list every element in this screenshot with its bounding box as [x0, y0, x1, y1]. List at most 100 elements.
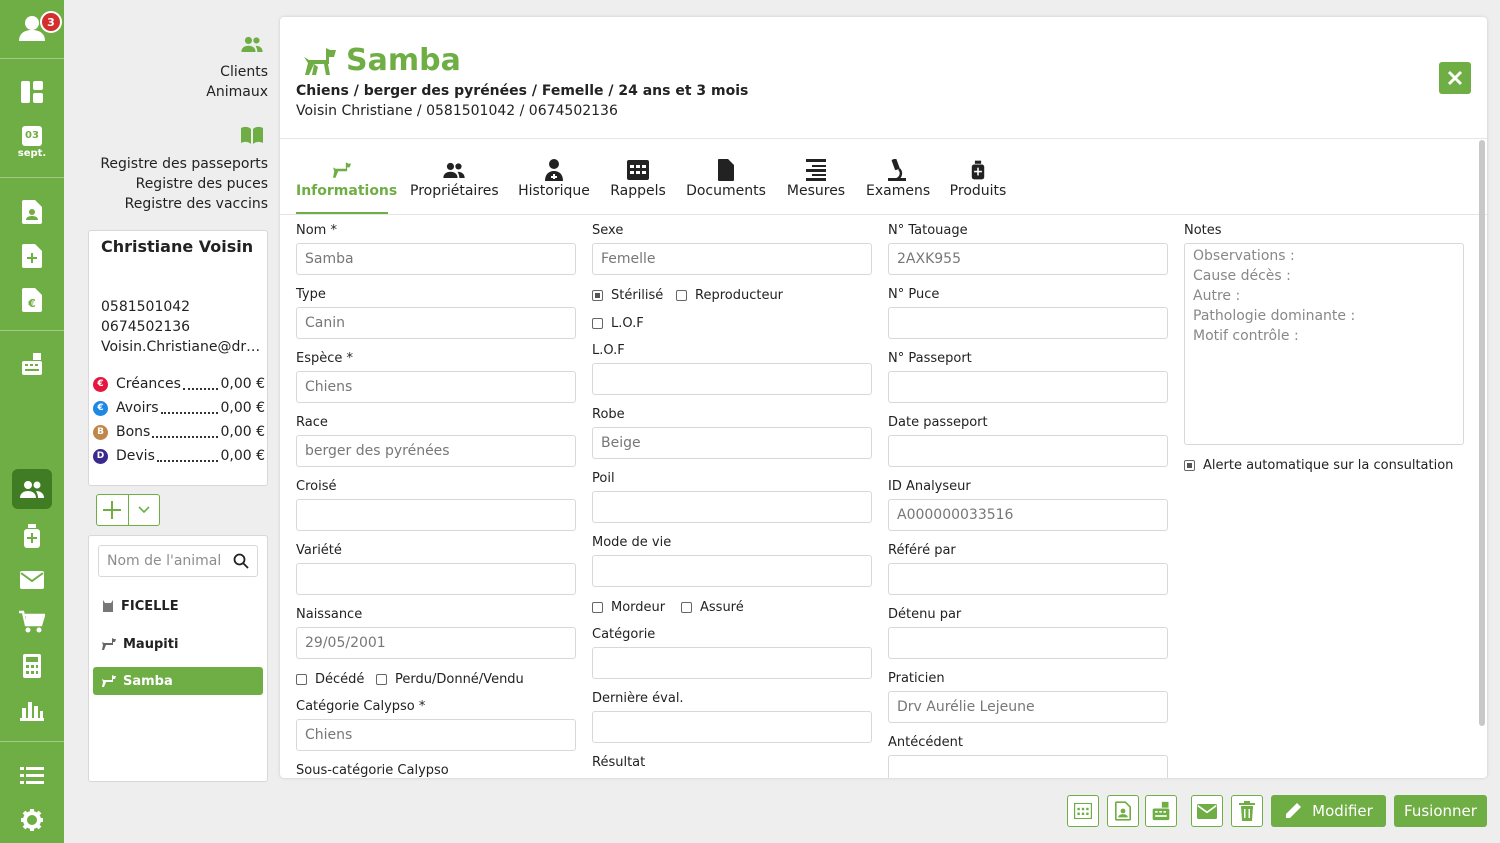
fusionner-button[interactable]: Fusionner — [1394, 795, 1487, 827]
tab-examens[interactable]: Examens — [866, 157, 930, 199]
lof-checkbox[interactable]: L.O.F — [592, 316, 644, 331]
nav-clients-link[interactable]: Clients — [220, 62, 268, 82]
sterilise-checkbox[interactable]: Stérilisé — [592, 288, 663, 303]
notes-textarea[interactable]: Observations : Cause décès : Autre : Pat… — [1184, 243, 1464, 445]
mordeur-checkbox[interactable]: Mordeur — [592, 600, 665, 615]
praticien-field[interactable]: Drv Aurélie Lejeune — [888, 691, 1168, 723]
calendar-icon — [1074, 803, 1092, 819]
derniere-eval-field[interactable] — [592, 711, 872, 743]
animal-list-item-maupiti[interactable]: Maupiti — [93, 630, 263, 658]
croise-label: Croisé — [296, 479, 337, 494]
refere-par-field[interactable] — [888, 563, 1168, 595]
sexe-field[interactable]: Femelle — [592, 243, 872, 275]
consultation-button[interactable] — [0, 198, 64, 226]
notes-line: Motif contrôle : — [1193, 328, 1299, 344]
new-act-button[interactable] — [0, 242, 64, 270]
chip-registry-link[interactable]: Registre des puces — [136, 174, 268, 194]
id-analyseur-field[interactable]: A000000033516 — [888, 499, 1168, 531]
antecedent-label: Antécédent — [888, 735, 963, 750]
alerte-checkbox[interactable]: Alerte automatique sur la consultation — [1184, 458, 1453, 473]
search-icon[interactable] — [233, 553, 249, 569]
mail-button[interactable] — [0, 566, 64, 594]
naissance-field[interactable]: 29/05/2001 — [296, 627, 576, 659]
robe-field[interactable]: Beige — [592, 427, 872, 459]
calculator-button[interactable] — [0, 652, 64, 680]
date-passeport-field[interactable] — [888, 435, 1168, 467]
mail-action-button[interactable] — [1191, 795, 1223, 827]
animal-search-input[interactable] — [107, 553, 227, 569]
passport-registry-link[interactable]: Registre des passeports — [100, 154, 268, 174]
variete-field[interactable] — [296, 563, 576, 595]
invoice-button[interactable]: € — [0, 286, 64, 314]
ruler-icon — [806, 159, 826, 181]
envelope-icon — [20, 571, 44, 589]
tab-mesures[interactable]: Mesures — [784, 157, 848, 199]
croise-field[interactable] — [296, 499, 576, 531]
reproducteur-checkbox[interactable]: Reproducteur — [676, 288, 783, 303]
espece-field[interactable]: Chiens — [296, 371, 576, 403]
antecedent-field[interactable] — [888, 755, 1168, 778]
race-field[interactable]: berger des pyrénées — [296, 435, 576, 467]
fusionner-label: Fusionner — [1404, 802, 1477, 820]
perdu-checkbox[interactable]: Perdu/Donné/Vendu — [376, 672, 524, 687]
plus-icon — [103, 501, 122, 519]
calendar-action-button[interactable] — [1067, 795, 1099, 827]
detenu-par-field[interactable] — [888, 627, 1168, 659]
animal-summary: Chiens / berger des pyrénées / Femelle /… — [296, 83, 749, 99]
envelope-icon — [1197, 803, 1217, 819]
balance-devis: D Devis 0,00 € — [93, 448, 265, 464]
vaccine-registry-link[interactable]: Registre des vaccins — [125, 194, 268, 214]
panel-scrollbar[interactable] — [1479, 140, 1485, 726]
tab-rappels[interactable]: Rappels — [610, 157, 666, 199]
statistics-button[interactable] — [0, 696, 64, 724]
mode-vie-field[interactable] — [592, 555, 872, 587]
passeport-field[interactable] — [888, 371, 1168, 403]
add-animal-button[interactable] — [97, 495, 128, 525]
checkbox-label: Assuré — [700, 600, 744, 615]
notes-line: Pathologie dominante : — [1193, 308, 1356, 324]
list-button[interactable] — [0, 762, 64, 790]
trash-icon — [1239, 801, 1255, 821]
balance-creances: € Créances 0,00 € — [93, 376, 265, 392]
delete-button[interactable] — [1231, 795, 1263, 827]
dog-icon — [102, 675, 116, 687]
tatouage-field[interactable]: 2AXK955 — [888, 243, 1168, 275]
balance-label: Devis — [116, 448, 155, 464]
calculator-icon — [23, 654, 41, 678]
poil-field[interactable] — [592, 491, 872, 523]
nav-animals-link[interactable]: Animaux — [206, 82, 268, 102]
cat-calypso-field[interactable]: Chiens — [296, 719, 576, 751]
settings-button[interactable] — [0, 806, 64, 834]
assure-checkbox[interactable]: Assuré — [681, 600, 744, 615]
clients-button[interactable] — [0, 469, 64, 509]
shop-button[interactable] — [0, 608, 64, 636]
categorie-field[interactable] — [592, 647, 872, 679]
type-field[interactable]: Canin — [296, 307, 576, 339]
client-name: Christiane Voisin — [101, 237, 254, 256]
puce-field[interactable] — [888, 307, 1168, 339]
tab-produits[interactable]: Produits — [948, 157, 1008, 199]
animal-list-item-samba[interactable]: Samba — [93, 667, 263, 695]
decede-checkbox[interactable]: Décédé — [296, 672, 364, 687]
consultation-action-button[interactable] — [1107, 795, 1139, 827]
cash-register-button[interactable] — [0, 350, 64, 378]
modifier-button[interactable]: Modifier — [1271, 795, 1386, 827]
dog-icon — [102, 638, 116, 650]
tab-historique[interactable]: Historique — [518, 157, 590, 199]
dashboard-button[interactable] — [0, 78, 64, 106]
tab-informations[interactable]: Informations — [296, 157, 397, 199]
robe-label: Robe — [592, 407, 625, 422]
checkbox-box — [592, 602, 603, 613]
close-button[interactable] — [1439, 62, 1471, 94]
tab-documents[interactable]: Documents — [686, 157, 766, 199]
lof-field[interactable] — [592, 363, 872, 395]
cash-action-button[interactable] — [1145, 795, 1177, 827]
products-button[interactable] — [0, 522, 64, 550]
calendar-button[interactable]: 03 sept. — [0, 120, 64, 164]
nom-field[interactable]: Samba — [296, 243, 576, 275]
add-options-dropdown[interactable] — [127, 495, 160, 525]
client-card[interactable]: Christiane Voisin 0581501042 0674502136 … — [88, 230, 268, 486]
animal-list-item-ficelle[interactable]: FICELLE — [93, 592, 263, 620]
cart-icon — [19, 610, 45, 633]
tab-proprietaires[interactable]: Propriétaires — [410, 157, 499, 199]
